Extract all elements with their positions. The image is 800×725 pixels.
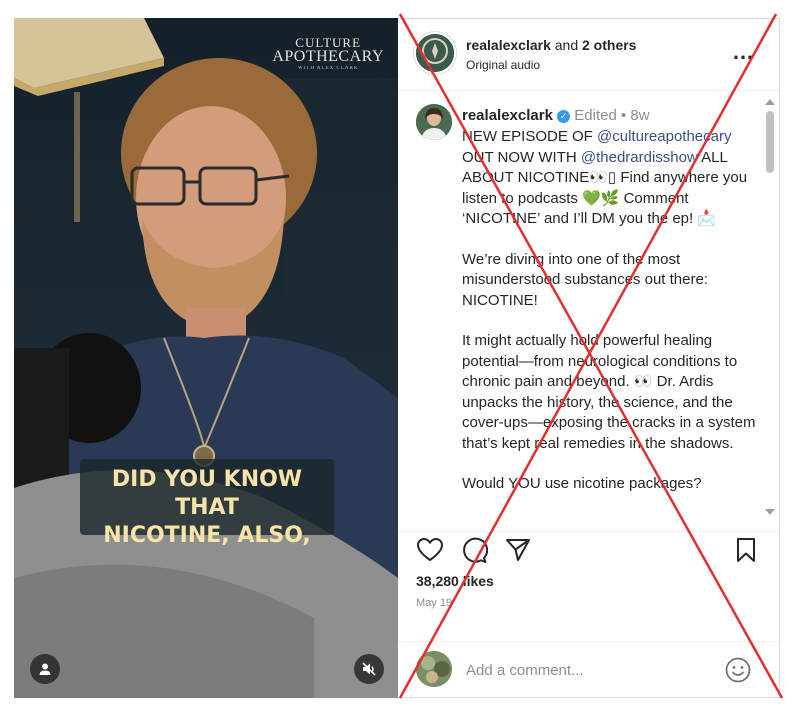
brand-line-2: APOTHECARY	[272, 48, 384, 65]
caption-paragraph-1: NEW EPISODE OF @cultureapothecary OUT NO…	[462, 127, 762, 230]
caption-line-2: NICOTINE, ALSO,	[103, 523, 311, 548]
post-authors: realalexclark and 2 others	[466, 37, 636, 53]
comments-scrollbar[interactable]	[764, 97, 776, 517]
heart-icon	[416, 537, 444, 562]
scroll-down-arrow-icon[interactable]	[765, 509, 775, 515]
avatar-image	[416, 651, 452, 687]
add-comment-input[interactable]	[466, 662, 716, 679]
caption-text-segment: OUT NOW WITH	[462, 148, 581, 166]
brand-line-3: WITH ALEX CLARK	[297, 66, 359, 71]
post-header: realalexclark and 2 others Original audi…	[398, 19, 779, 91]
more-icon: …	[732, 39, 755, 64]
more-options-button[interactable]: …	[732, 39, 755, 65]
likes-count[interactable]: 38,280 likes	[416, 573, 494, 589]
separator-dot: •	[616, 107, 631, 124]
muted-speaker-icon	[362, 662, 376, 676]
bookmark-icon	[737, 538, 755, 562]
original-audio-link[interactable]: Original audio	[466, 58, 540, 72]
current-user-avatar	[416, 651, 452, 687]
comment-icon	[463, 537, 489, 563]
scroll-up-arrow-icon[interactable]	[765, 99, 775, 105]
author-username-link[interactable]: realalexclark	[466, 37, 551, 53]
avatar-image	[416, 104, 452, 140]
paper-plane-icon	[506, 539, 530, 561]
mention-link-cultureapothecary[interactable]: @cultureapothecary	[597, 128, 731, 145]
caption-line-1: DID YOU KNOW THAT	[111, 467, 303, 520]
add-comment-bar	[398, 641, 779, 699]
caption-paragraph-2: We’re diving into one of the most misund…	[462, 250, 708, 309]
others-link[interactable]: 2 others	[582, 37, 636, 53]
video-frame-illustration	[14, 18, 398, 698]
post-actions-bar	[398, 534, 779, 574]
avatar-image	[416, 34, 454, 72]
comment-age[interactable]: 8w	[630, 107, 649, 124]
tagged-users-button[interactable]	[30, 654, 60, 684]
caption-text-segment: NEW EPISODE OF	[462, 128, 598, 145]
author-avatar[interactable]	[416, 34, 454, 72]
video-caption: DID YOU KNOW THAT NICOTINE, ALSO,	[80, 466, 334, 550]
emoji-picker-button[interactable]	[725, 657, 751, 683]
caption-paragraph-3: It might actually hold powerful healing …	[462, 332, 756, 452]
edited-label: Edited	[574, 107, 617, 124]
post-details-panel: realalexclark and 2 others Original audi…	[398, 18, 780, 698]
caption-comment-list: realalexclark ✓ Edited • 8w NEW EPISODE …	[398, 92, 779, 532]
post-date[interactable]: May 19	[416, 597, 452, 609]
comment-author-avatar[interactable]	[416, 104, 452, 140]
authors-conjunction: and	[550, 37, 582, 53]
caption-paragraph-4: Would YOU use nicotine packages?	[462, 475, 702, 492]
mute-toggle-button[interactable]	[354, 654, 384, 684]
scrollbar-thumb[interactable]	[766, 111, 774, 173]
save-button[interactable]	[732, 536, 760, 564]
channel-watermark: CULTURE APOTHECARY WITH ALEX CLARK	[272, 36, 384, 71]
like-button[interactable]	[416, 536, 444, 564]
comment-header: realalexclark ✓ Edited • 8w	[462, 107, 650, 124]
user-icon	[39, 663, 51, 675]
comment-button[interactable]	[460, 536, 489, 564]
smiley-icon	[725, 657, 751, 683]
verified-badge-icon: ✓	[557, 110, 571, 123]
share-button[interactable]	[504, 536, 532, 564]
mention-link-thedrardisshow[interactable]: @thedrardisshow	[581, 149, 698, 166]
comment-username-link[interactable]: realalexclark	[462, 107, 553, 124]
post-video[interactable]: CULTURE APOTHECARY WITH ALEX CLARK DID Y…	[14, 18, 398, 698]
post-caption-text: NEW EPISODE OF @cultureapothecary OUT NO…	[462, 127, 762, 515]
